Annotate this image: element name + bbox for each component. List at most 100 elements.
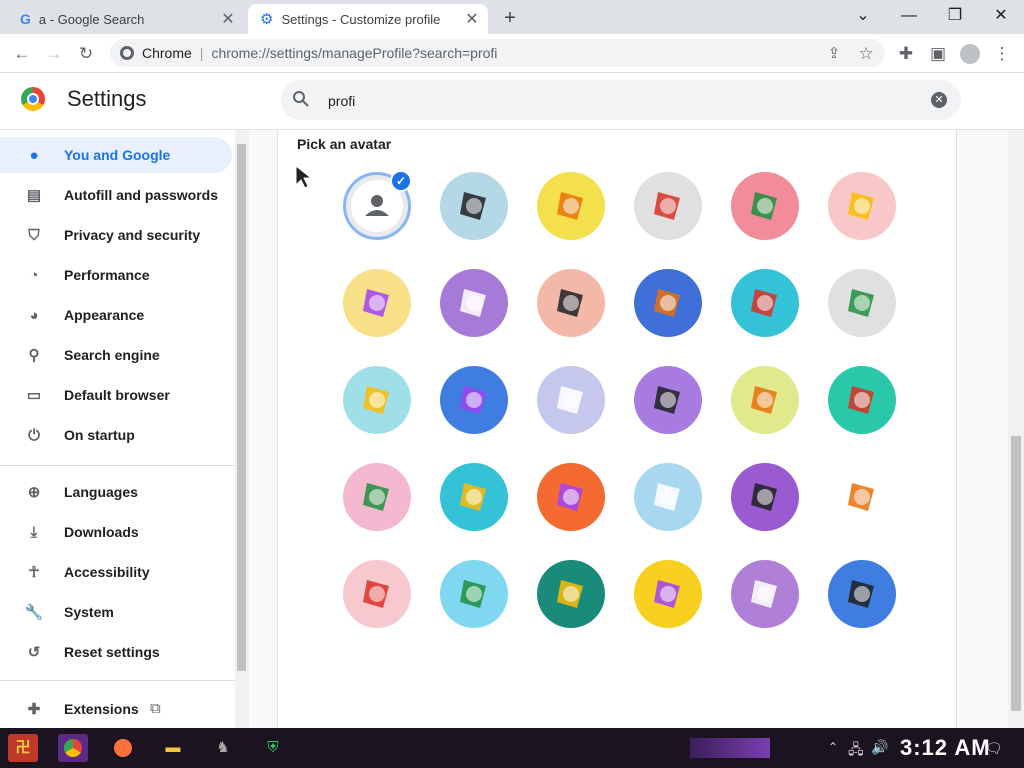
avatar-ice-cream[interactable] [343,560,411,628]
new-tab-button[interactable]: + [498,6,522,30]
sidebar-item-label: Autofill and passwords [64,187,219,203]
avatar-basketball[interactable] [343,366,411,434]
palette-icon: ◕ [29,306,39,324]
file-explorer-icon[interactable]: ▬ [158,734,188,762]
avatar-cappuccino[interactable] [828,463,896,531]
clear-search-icon[interactable]: ✕ [931,92,947,108]
avatar-origami-corgi[interactable] [537,172,605,240]
volume-icon[interactable]: 🔊 [871,739,888,756]
selected-check-icon: ✓ [390,170,412,192]
search-input[interactable] [326,88,890,114]
reset-history-icon: ↺ [27,644,41,661]
extensions-puzzle-icon[interactable]: ✚ [892,40,920,68]
sidebar-item-label: On startup [64,427,135,443]
avatar-origami-panda[interactable] [440,269,508,337]
sidebar-item-you-and-google[interactable]: ● You and Google [0,137,232,173]
avatar-pizza[interactable] [731,560,799,628]
back-button[interactable]: ← [8,40,36,68]
site-label: Chrome [142,45,192,61]
sidebar-item-autofill-and-passwords[interactable]: ▤ Autofill and passwords [0,177,232,213]
notification-icon[interactable]: 🗨 [985,740,1003,757]
taskbar-decoration [690,738,770,758]
network-icon[interactable]: 🖧 [848,739,864,763]
tab-google-search[interactable]: G a - Google Search ✕ [8,4,244,34]
sidebar-item-label: Accessibility [64,564,150,580]
sidebar-item-search-engine[interactable]: ⚲ Search engine [0,337,232,373]
avatar-football[interactable] [731,366,799,434]
side-panel-icon[interactable]: ▣ [924,40,952,68]
mouse-pointer-icon [295,164,313,194]
forward-button[interactable]: → [40,40,68,68]
sidebar-item-appearance[interactable]: ◕ Appearance [0,297,232,333]
avatar-sunglasses[interactable] [343,463,411,531]
menu-kebab-icon[interactable]: ⋮ [988,40,1016,68]
sidebar-divider [0,465,235,466]
avatar-snowflake[interactable] [440,560,508,628]
avatar-origami-dragon[interactable] [634,172,702,240]
avatar-origami-cat[interactable] [440,172,508,240]
sidebar-item-downloads[interactable]: ⤓ Downloads [0,514,232,550]
avatar-avocado[interactable] [731,463,799,531]
external-link-icon: ⧉ [150,700,161,717]
avatar-sandwich[interactable] [828,560,896,628]
avatar-vinyl[interactable] [634,463,702,531]
globe-icon: ⊕ [27,484,41,501]
avatar-origami-elephant[interactable] [731,172,799,240]
sidebar-item-label: Languages [64,484,138,500]
address-bar[interactable]: Chrome | chrome://settings/manageProfile… [110,39,885,67]
tab-title: Settings - Customize profile [281,11,441,27]
chrome-site-icon [120,46,134,60]
taskbar-clock[interactable]: 3:12 AM [900,735,991,761]
minimize-button[interactable]: — [887,4,931,28]
avatar-tamagotchi[interactable] [537,463,605,531]
sidebar-item-languages[interactable]: ⊕ Languages [0,474,232,510]
share-icon[interactable]: ⇪ [820,40,848,68]
browser-window-icon: ▭ [26,387,42,404]
tab-search-icon[interactable]: ⌄ [841,4,885,28]
avatar-origami-rabbit[interactable] [731,269,799,337]
avatar-onigiri[interactable] [634,560,702,628]
search-icon: ⚲ [28,347,40,364]
puzzle-icon: ✚ [27,701,41,718]
profile-avatar[interactable] [960,44,980,64]
reload-button[interactable]: ↻ [72,40,100,68]
sidebar-item-default-browser[interactable]: ▭ Default browser [0,377,232,413]
bookmark-star-icon[interactable]: ☆ [852,40,880,68]
security-shield-icon[interactable]: ⛨ [258,734,288,762]
sidebar-item-extensions[interactable]: ✚ Extensions [0,691,232,727]
sidebar-item-reset-settings[interactable]: ↺ Reset settings [0,634,232,670]
avatar-origami-fox[interactable] [828,172,896,240]
tray-up-arrow-icon[interactable]: ⌃ [828,740,838,754]
avatar-bike[interactable] [440,366,508,434]
sidebar-item-label: Default browser [64,387,170,403]
tab-settings[interactable]: ⚙ Settings - Customize profile ✕ [248,4,488,34]
close-window-button[interactable]: ✕ [979,4,1023,28]
sidebar-item-performance[interactable]: ◔ Performance [0,257,232,293]
avatar-sushi[interactable] [440,463,508,531]
avatar-watermelon[interactable] [537,560,605,628]
avatar-origami-unicorn[interactable] [828,269,896,337]
sidebar-item-accessibility[interactable]: ☥ Accessibility [0,554,232,590]
main-scroll-thumb[interactable] [1011,436,1021,711]
close-tab-icon[interactable]: ✕ [462,9,482,29]
search-icon [292,90,310,113]
avatar-ramen[interactable] [828,366,896,434]
firefox-taskbar-icon[interactable] [108,734,138,762]
avatar-origami-cardinal[interactable] [634,269,702,337]
avatar-origami-penguin[interactable] [537,269,605,337]
sidebar-item-label: System [64,604,114,620]
start-button[interactable]: 卍 [8,734,38,762]
page-title: Settings [67,86,147,111]
sidebar-item-system[interactable]: 🔧 System [0,594,232,630]
avatar-bird[interactable] [537,366,605,434]
restore-button[interactable]: ❐ [933,4,977,28]
close-tab-icon[interactable]: ✕ [218,9,238,29]
sidebar-item-on-startup[interactable]: ⏻ On startup [0,417,232,453]
avatar-origami-monkey[interactable] [343,269,411,337]
sidebar-item-privacy-and-security[interactable]: ⛉ Privacy and security [0,217,232,253]
avatar-cheese[interactable] [634,366,702,434]
chrome-taskbar-icon[interactable] [58,734,88,762]
app-taskbar-icon[interactable]: ♞ [208,734,238,762]
sidebar-item-label: You and Google [64,147,171,163]
sidebar-scroll-thumb[interactable] [237,144,246,671]
